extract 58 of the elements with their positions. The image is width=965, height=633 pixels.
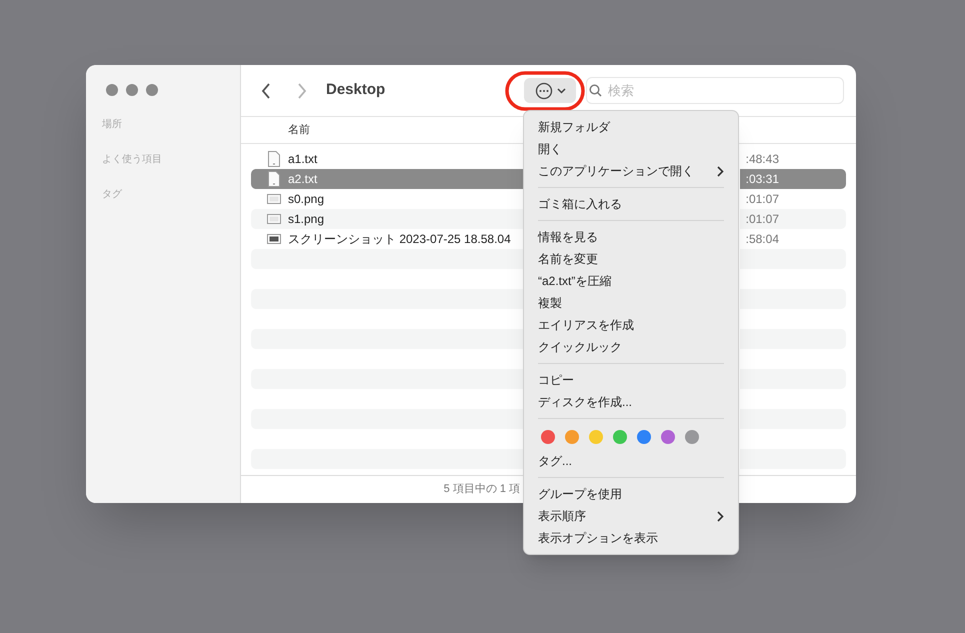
document-icon [267, 171, 281, 187]
file-name: s0.png [288, 191, 324, 208]
file-time: :03:31 [746, 171, 779, 188]
file-row-end[interactable]: :58:04 [740, 229, 846, 249]
file-row[interactable]: s1.png [251, 209, 523, 229]
file-time: :48:43 [746, 151, 779, 168]
search-input[interactable]: 検索 [608, 80, 841, 100]
chevron-right-icon [717, 510, 724, 522]
status-text: 5 項目中の 1 項 [444, 482, 520, 498]
menu-item[interactable]: ゴミ箱に入れる [529, 193, 733, 215]
menu-item[interactable]: タグ... [529, 450, 733, 472]
file-row-end[interactable]: :01:07 [740, 189, 846, 209]
action-menu-button[interactable] [524, 78, 576, 103]
back-icon[interactable] [261, 82, 271, 98]
menu-item[interactable]: 表示順序 [529, 505, 733, 527]
menu-item[interactable]: “a2.txt”を圧縮 [529, 270, 733, 292]
file-row[interactable]: スクリーンショット 2023-07-25 18.58.04 [251, 229, 523, 249]
file-name: スクリーンショット 2023-07-25 18.58.04 [288, 231, 511, 248]
file-time: :01:07 [746, 211, 779, 228]
menu-item[interactable]: クイックルック [529, 336, 733, 358]
menu-item[interactable]: 開く [529, 138, 733, 160]
document-icon [267, 151, 281, 167]
window-control[interactable] [106, 84, 118, 96]
ellipsis-circle-icon [534, 82, 552, 100]
chevron-down-icon [556, 88, 566, 94]
menu-item[interactable]: コピー [529, 369, 733, 391]
file-name: a2.txt [288, 171, 318, 188]
menu-item[interactable]: 新規フォルダ [529, 116, 733, 138]
file-row[interactable]: s0.png [251, 189, 523, 209]
image-file-icon [267, 191, 281, 207]
sidebar-section-header: 場所 [102, 118, 123, 132]
forward-icon[interactable] [297, 82, 307, 98]
menu-item[interactable]: 複製 [529, 292, 733, 314]
menu-item[interactable]: このアプリケーションで開く [529, 160, 733, 182]
file-time: :01:07 [746, 191, 779, 208]
file-row-end[interactable]: :48:43 [740, 149, 846, 169]
column-header[interactable]: 名前 [288, 122, 310, 138]
file-name: s1.png [288, 211, 324, 228]
search-field[interactable]: 検索 [586, 77, 844, 104]
window-control[interactable] [146, 84, 158, 96]
image-file-icon [267, 211, 281, 227]
file-row-end[interactable]: :01:07 [740, 209, 846, 229]
menu-item[interactable]: 情報を見る [529, 226, 733, 248]
chevron-right-icon [717, 166, 724, 176]
file-name: a1.txt [288, 151, 318, 168]
sidebar-section-header: タグ [102, 188, 123, 202]
menu-item[interactable]: 名前を変更 [529, 248, 733, 270]
search-icon [589, 84, 602, 97]
window-title: Desktop [326, 80, 386, 100]
menu-item[interactable]: エイリアスを作成 [529, 314, 733, 336]
sidebar-section-header: よく使う項目 [102, 153, 163, 167]
window-control[interactable] [126, 84, 138, 96]
screenshot-file-icon [267, 231, 281, 247]
menu-item[interactable]: グループを使用 [529, 483, 733, 505]
file-time: :58:04 [746, 231, 779, 248]
menu-item[interactable]: ディスクを作成... [529, 391, 733, 413]
menu-item[interactable]: 表示オプションを表示 [529, 527, 733, 549]
file-row[interactable]: a1.txt [251, 149, 523, 169]
